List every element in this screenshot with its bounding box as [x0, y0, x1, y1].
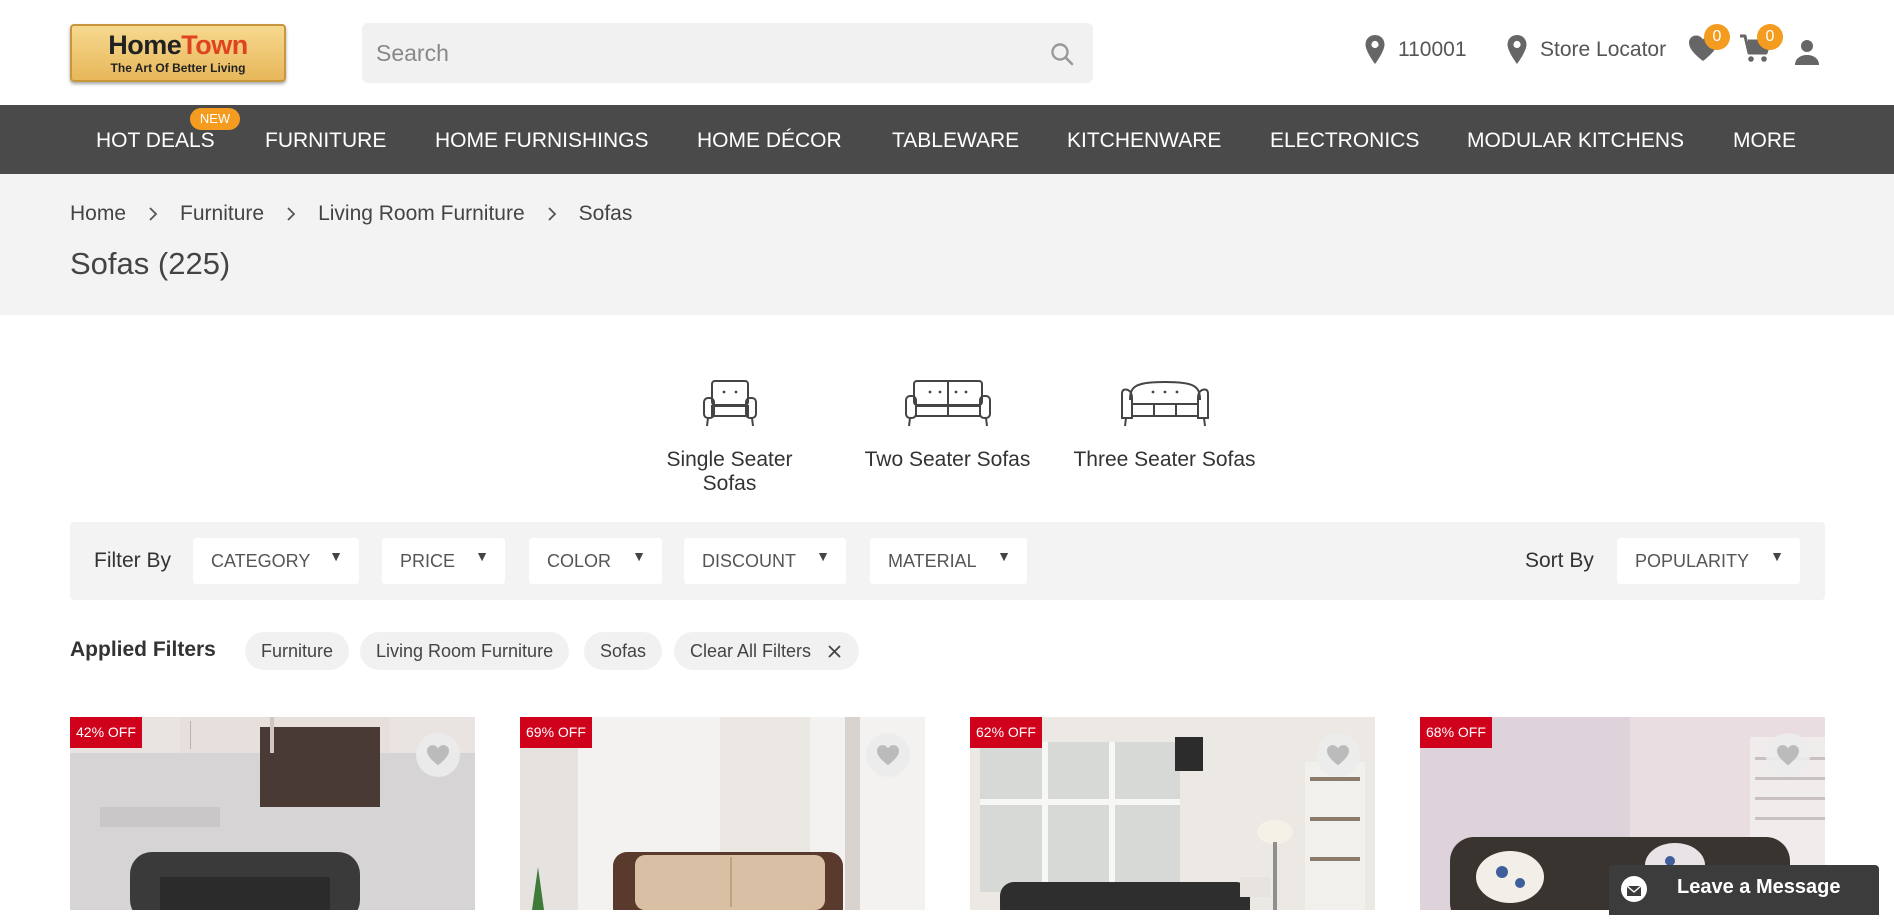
filter-discount-dropdown[interactable]: DISCOUNT ▼ [684, 538, 846, 584]
heart-icon [1327, 745, 1349, 766]
nav-electronics[interactable]: ELECTRONICS [1270, 105, 1419, 174]
chevron-right-icon [548, 207, 556, 221]
nav-home-decor[interactable]: HOME DÉCOR [697, 105, 842, 174]
filter-color-dropdown[interactable]: COLOR ▼ [529, 538, 662, 584]
product-card[interactable]: 69% OFF [520, 717, 925, 910]
dropdown-arrow-icon: ▼ [816, 548, 830, 564]
nav-modular-kitchens[interactable]: MODULAR KITCHENS [1467, 105, 1684, 174]
account-button[interactable] [1793, 38, 1821, 71]
search-icon[interactable] [1049, 41, 1075, 67]
main-nav: HOT DEALS FURNITURE HOME FURNISHINGS HOM… [0, 105, 1894, 174]
nav-more[interactable]: MORE [1733, 105, 1796, 174]
logo-wordmark: HomeTown [108, 30, 248, 60]
heart-icon [877, 745, 899, 766]
wishlist-toggle[interactable] [416, 733, 460, 777]
nav-kitchenware[interactable]: KITCHENWARE [1067, 105, 1221, 174]
breadcrumb-sofas: Sofas [578, 202, 633, 225]
category-two-seater[interactable]: Two Seater Sofas [860, 378, 1035, 472]
header: HomeTown The Art Of Better Living 110001… [0, 0, 1894, 105]
filter-price-dropdown[interactable]: PRICE ▼ [382, 538, 505, 584]
dropdown-arrow-icon: ▼ [997, 548, 1011, 564]
cart-button[interactable]: 0 [1739, 24, 1783, 69]
filter-material-dropdown[interactable]: MATERIAL ▼ [870, 538, 1027, 584]
pincode-selector[interactable]: 110001 [1364, 30, 1467, 70]
product-card[interactable]: 62% OFF [970, 717, 1375, 910]
category-single-seater[interactable]: Single Seater Sofas [637, 378, 822, 496]
filter-category-dropdown[interactable]: CATEGORY ▼ [193, 538, 359, 584]
filter-by-label: Filter By [94, 549, 172, 572]
search-box [362, 23, 1093, 83]
sort-by-label: Sort By [1525, 549, 1594, 572]
category-label: Single Seater Sofas [666, 448, 793, 495]
loveseat-icon [904, 380, 991, 427]
leave-message-label: Leave a Message [1677, 876, 1841, 898]
location-pin-icon [1365, 35, 1385, 64]
envelope-icon [1621, 876, 1647, 902]
discount-badge: 68% OFF [1420, 717, 1492, 748]
store-locator-link[interactable]: Store Locator [1506, 30, 1666, 70]
wishlist-toggle[interactable] [1316, 733, 1360, 777]
category-label: Two Seater Sofas [864, 448, 1031, 471]
breadcrumb-section: Home Furniture Living Room Furniture Sof… [0, 174, 1894, 315]
wishlist-toggle[interactable] [1766, 733, 1810, 777]
chevron-right-icon [149, 207, 158, 221]
breadcrumb-living-room[interactable]: Living Room Furniture [318, 202, 525, 226]
dropdown-arrow-icon: ▼ [329, 548, 343, 564]
applied-chip-living-room[interactable]: Living Room Furniture [360, 632, 570, 670]
product-card[interactable]: 42% OFF [70, 717, 475, 910]
discount-badge: 42% OFF [70, 717, 142, 748]
nav-furniture[interactable]: FURNITURE [265, 105, 386, 174]
applied-chip-furniture[interactable]: Furniture [245, 632, 350, 670]
dropdown-arrow-icon: ▼ [632, 548, 646, 564]
filter-bar: Filter By CATEGORY ▼ PRICE ▼ COLOR ▼ DISCOU… [70, 522, 1825, 600]
sort-dropdown[interactable]: POPULARITY ▼ [1617, 538, 1800, 584]
page-title: Sofas (225) [70, 246, 231, 281]
category-three-seater[interactable]: Three Seater Sofas [1072, 378, 1257, 472]
discount-badge: 62% OFF [970, 717, 1042, 748]
nav-home-furnishings[interactable]: HOME FURNISHINGS [435, 105, 649, 174]
armchair-icon [702, 380, 757, 427]
wishlist-count-badge: 0 [1704, 24, 1730, 50]
dropdown-arrow-icon: ▼ [1770, 548, 1784, 564]
leave-message-button[interactable]: Leave a Message [1609, 865, 1879, 915]
store-pin-icon [1507, 35, 1527, 64]
breadcrumb-furniture[interactable]: Furniture [180, 202, 264, 226]
cart-count-badge: 0 [1757, 24, 1783, 50]
search-input[interactable] [376, 23, 1016, 83]
breadcrumb: Home Furniture Living Room Furniture Sof… [70, 202, 632, 226]
store-locator-text: Store Locator [1540, 38, 1667, 61]
heart-icon [1777, 745, 1799, 766]
discount-badge: 69% OFF [520, 717, 592, 748]
applied-filters-label: Applied Filters [70, 638, 216, 661]
dropdown-arrow-icon: ▼ [475, 548, 489, 564]
close-icon [828, 645, 841, 658]
heart-icon [427, 745, 449, 766]
nav-tableware[interactable]: TABLEWARE [892, 105, 1019, 174]
breadcrumb-home[interactable]: Home [70, 202, 126, 226]
category-label: Three Seater Sofas [1073, 448, 1256, 471]
wishlist-toggle[interactable] [866, 733, 910, 777]
three-seater-sofa-icon [1120, 380, 1209, 427]
wishlist-button[interactable]: 0 [1688, 24, 1730, 67]
pincode-text: 110001 [1398, 38, 1467, 61]
hometown-logo[interactable]: HomeTown The Art Of Better Living [70, 24, 286, 82]
logo-tagline: The Art Of Better Living [110, 61, 246, 75]
new-badge: NEW [190, 108, 240, 130]
user-icon [1795, 40, 1819, 65]
clear-all-filters-button[interactable]: Clear All Filters [674, 632, 860, 670]
applied-chip-sofas[interactable]: Sofas [584, 632, 663, 670]
chevron-right-icon [287, 207, 296, 221]
